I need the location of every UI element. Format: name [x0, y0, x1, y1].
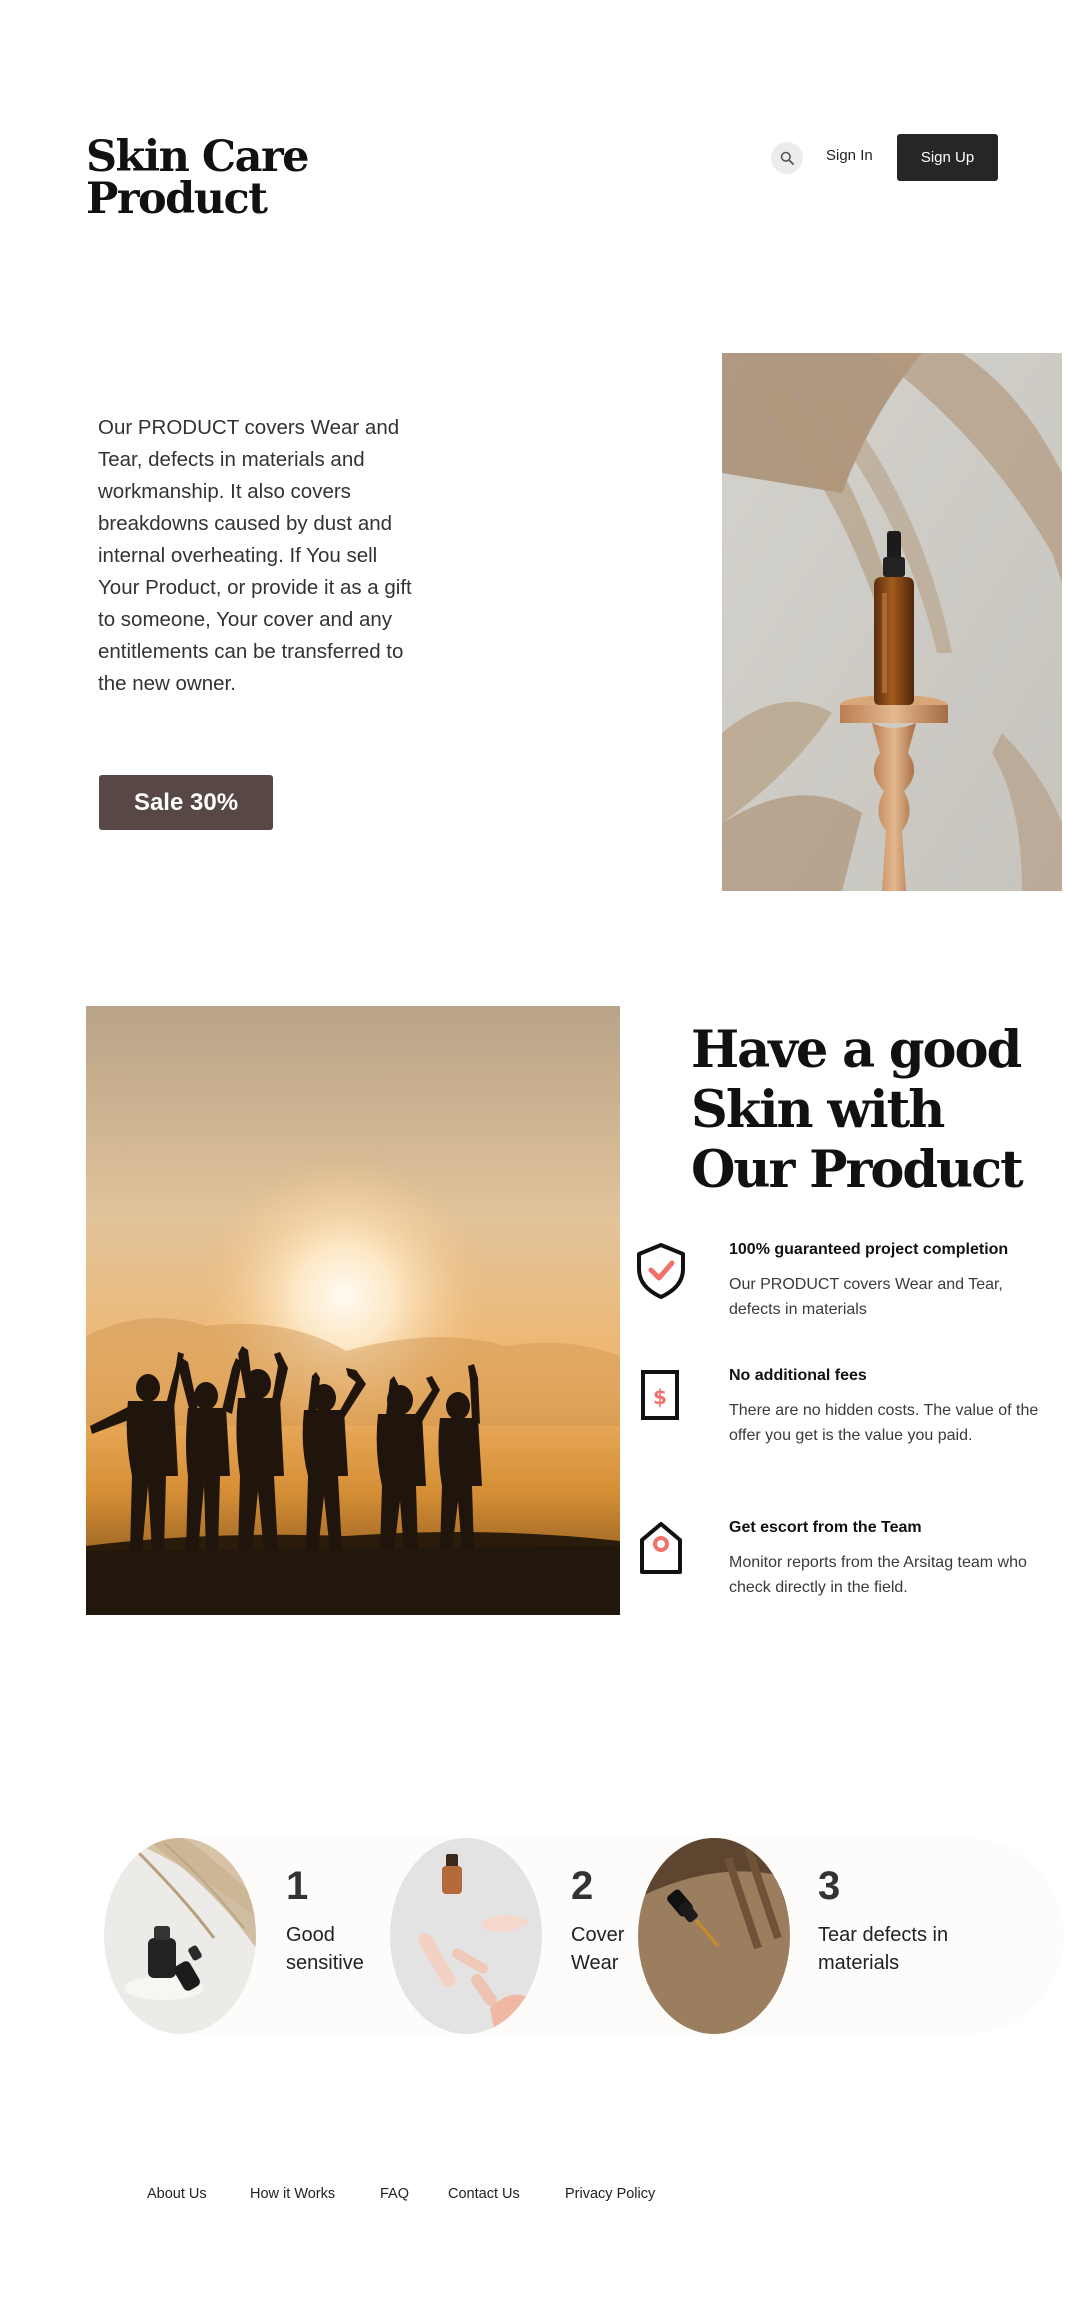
step-image	[104, 1838, 256, 2034]
footer-link-about-us[interactable]: About Us	[147, 2186, 207, 2202]
footer-link-contact-us[interactable]: Contact Us	[448, 2186, 520, 2202]
feature-title: Get escort from the Team	[729, 1519, 922, 1536]
step-number: 1	[286, 1864, 309, 1908]
dollar-document-icon: $	[634, 1368, 688, 1428]
svg-text:$: $	[653, 1385, 667, 1409]
step-number: 3	[818, 1864, 841, 1908]
footer-link-how-it-works[interactable]: How it Works	[250, 2186, 335, 2202]
feature-description: Our PRODUCT covers Wear and Tear, defect…	[729, 1276, 1003, 1318]
footer-link-privacy-policy[interactable]: Privacy Policy	[565, 2186, 655, 2202]
step-number: 2	[571, 1864, 594, 1908]
feature-title: No additional fees	[729, 1367, 867, 1384]
step-image	[638, 1838, 790, 2034]
search-icon	[780, 151, 794, 165]
hero-product-image	[722, 353, 1062, 891]
step-image	[390, 1838, 542, 2034]
sign-up-button[interactable]: Sign Up	[897, 134, 998, 181]
search-button[interactable]	[771, 142, 803, 174]
hero-description: Our PRODUCT covers Wear and Tear, defect…	[98, 416, 412, 695]
feature-title: 100% guaranteed project completion	[729, 1241, 1009, 1258]
tag-icon	[634, 1518, 688, 1578]
benefits-heading: Have a good Skin with Our Product	[691, 1020, 1024, 1200]
feature-description: Monitor reports from the Arsitag team wh…	[729, 1554, 1027, 1596]
brand-logo[interactable]: Skin Care Product	[86, 136, 326, 221]
shield-check-icon	[634, 1241, 688, 1301]
sign-in-link[interactable]: Sign In	[826, 147, 873, 164]
footer-link-faq[interactable]: FAQ	[380, 2186, 409, 2202]
sunset-group-image	[86, 1006, 620, 1615]
step-label: Good sensitive	[286, 1924, 364, 1974]
sale-button[interactable]: Sale 30%	[99, 775, 273, 830]
step-label: Cover Wear	[571, 1924, 625, 1974]
feature-description: There are no hidden costs. The value of …	[729, 1402, 1039, 1444]
step-label: Tear defects in materials	[818, 1924, 949, 1974]
